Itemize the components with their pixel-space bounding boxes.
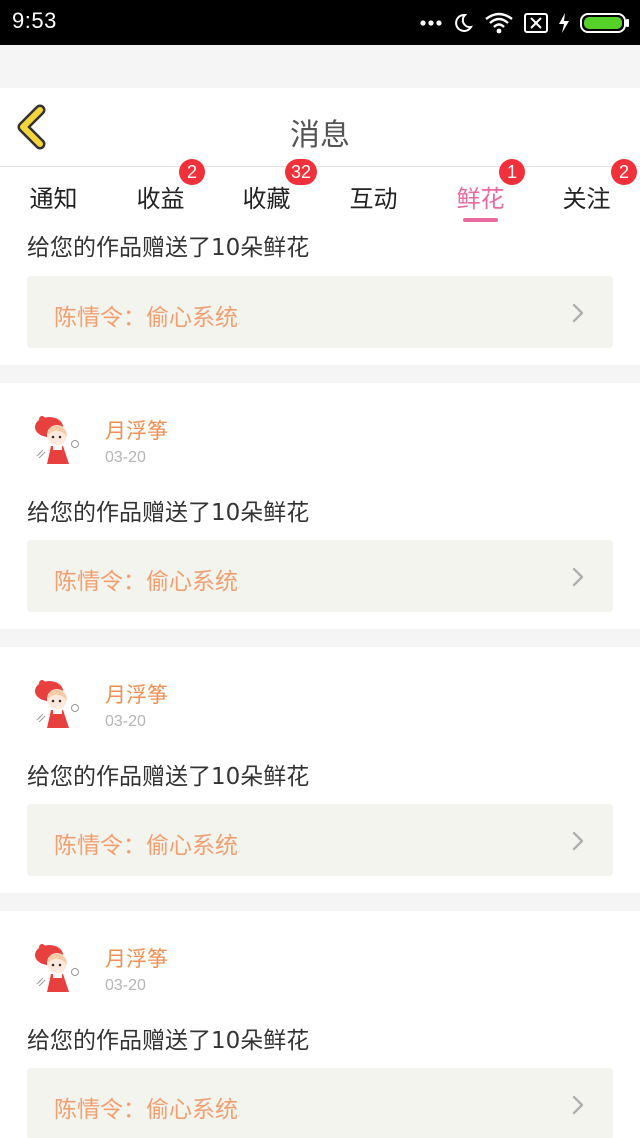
tab-bar: 通知 收益 2 收藏 32 互动 鲜花 1 关注 2 [0,159,640,225]
avatar[interactable] [27,672,87,732]
tab-earnings[interactable]: 收益 2 [107,159,214,225]
status-bar: 9:53 [0,0,640,45]
tab-label: 通知 [29,185,78,213]
gift-message: 给您的作品赠送了10朵鲜花 [27,500,310,526]
work-link[interactable]: 陈情令：偷心系统 [27,804,613,876]
page-title: 消息 [290,118,350,153]
flower-feed[interactable]: 给您的作品赠送了10朵鲜花 陈情令：偷心系统 月浮筝 03-20 给您的作品赠送… [0,225,640,1138]
moon-icon [452,12,474,34]
tab-label: 收益 [136,185,185,213]
tab-interactions[interactable]: 互动 [320,167,427,225]
gift-message: 给您的作品赠送了10朵鲜花 [27,764,310,790]
no-sim-icon [524,13,548,33]
work-link[interactable]: 陈情令：偷心系统 [27,540,613,612]
work-title: 陈情令：偷心系统 [54,1097,238,1123]
tab-label: 互动 [349,185,398,213]
dots-icon [420,19,442,27]
tab-favorites[interactable]: 收藏 32 [213,159,320,225]
battery-icon [580,12,630,34]
work-title: 陈情令：偷心系统 [54,833,238,859]
status-icons [420,9,630,37]
work-link[interactable]: 陈情令：偷心系统 [27,1068,613,1138]
list-item: 月浮筝 03-20 给您的作品赠送了10朵鲜花 陈情令：偷心系统 [0,647,640,893]
unread-badge: 2 [179,159,205,185]
tab-notifications[interactable]: 通知 [0,167,107,225]
gift-message: 给您的作品赠送了10朵鲜花 [27,1028,310,1054]
wifi-icon [484,12,514,34]
work-title: 陈情令：偷心系统 [54,569,238,595]
avatar[interactable] [27,936,87,996]
header: 消息 [0,88,640,167]
chevron-right-icon [571,1094,585,1120]
work-title: 陈情令：偷心系统 [54,305,238,331]
chevron-right-icon [571,566,585,592]
username[interactable]: 月浮筝 [105,943,168,973]
unread-badge: 1 [499,159,525,185]
status-time: 9:53 [12,8,57,33]
work-link[interactable]: 陈情令：偷心系统 [27,276,613,348]
date: 03-20 [105,977,146,994]
username[interactable]: 月浮筝 [105,679,168,709]
charging-icon [558,12,570,34]
chevron-right-icon [571,302,585,328]
gift-message: 给您的作品赠送了10朵鲜花 [27,235,310,261]
unread-badge: 2 [611,159,637,185]
active-tab-indicator [463,218,498,222]
unread-badge: 32 [285,159,318,185]
chevron-right-icon [571,830,585,856]
date: 03-20 [105,449,146,466]
username[interactable]: 月浮筝 [105,415,168,445]
date: 03-20 [105,713,146,730]
list-item: 月浮筝 03-20 给您的作品赠送了10朵鲜花 陈情令：偷心系统 [0,383,640,629]
tab-follows[interactable]: 关注 2 [533,159,640,225]
list-item: 给您的作品赠送了10朵鲜花 陈情令：偷心系统 [0,225,640,365]
list-item: 月浮筝 03-20 给您的作品赠送了10朵鲜花 陈情令：偷心系统 [0,911,640,1138]
tab-flowers[interactable]: 鲜花 1 [427,159,534,225]
avatar[interactable] [27,408,87,468]
tab-label: 鲜花 [456,185,505,213]
